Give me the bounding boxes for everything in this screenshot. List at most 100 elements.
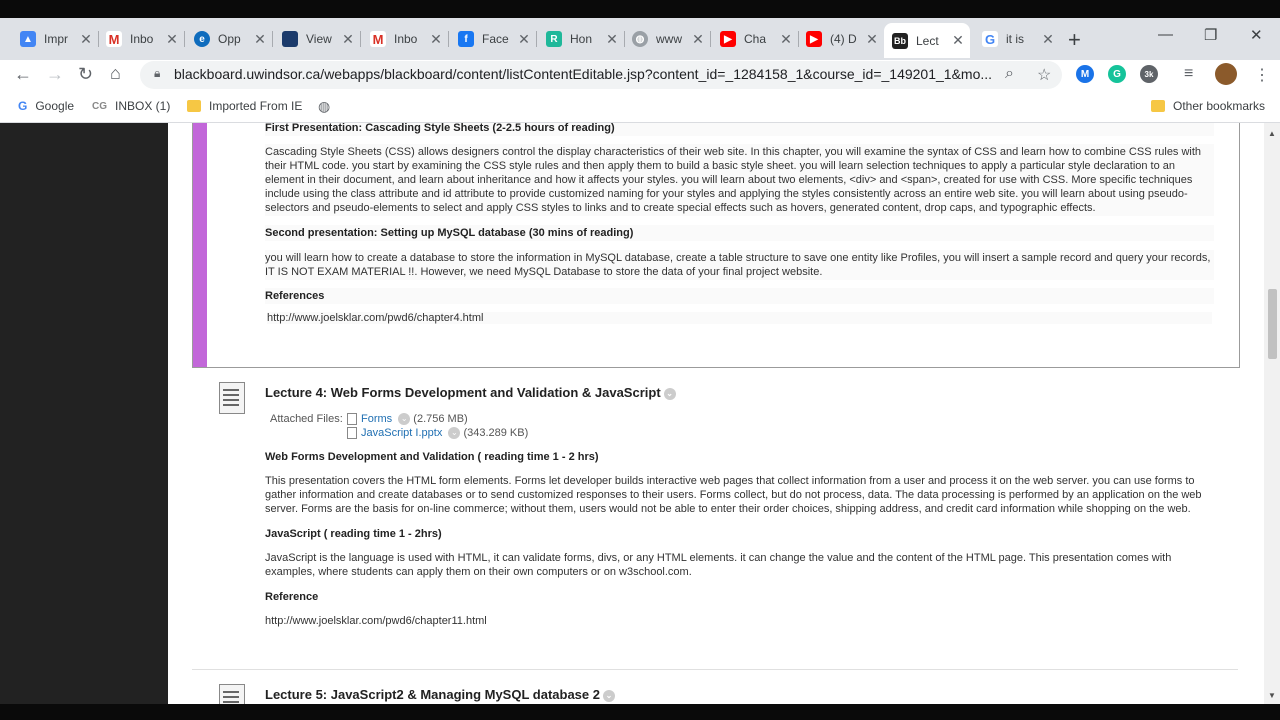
facebook-icon: f [458,31,474,47]
css-paragraph: Cascading Style Sheets (CSS) allows desi… [265,144,1214,216]
new-tab-button[interactable]: + [1068,27,1081,53]
chevron-down-icon[interactable]: ⌄ [398,413,411,426]
scroll-up-icon[interactable]: ▲ [1268,129,1276,138]
drive-icon: ▲ [20,31,36,47]
content-item-lecture4: Lecture 4: Web Forms Development and Val… [192,367,1238,670]
tab-title: Opp [218,32,241,46]
browser-tab[interactable]: ▶ Cha ✕ [712,25,799,53]
attached-files-label: Attached Files: [270,413,343,425]
chevron-down-icon[interactable]: ⌄ [603,689,615,702]
url-text[interactable]: blackboard.uwindsor.ca/webapps/blackboar… [174,66,994,82]
browser-tab[interactable]: M Inbo ✕ [362,25,449,53]
blackboard-icon: Bb [892,32,908,49]
mysql-paragraph: you will learn how to create a database … [265,250,1214,280]
restore-icon[interactable]: ❐ [1204,26,1217,44]
lecture-title[interactable]: Lecture 5: JavaScript2 & Managing MySQL … [265,687,615,702]
references-heading: References [265,288,1214,304]
gmail-icon: M [106,31,122,47]
bookmark-label: Other bookmarks [1173,99,1266,113]
bookmark-other[interactable]: Other bookmarks [1151,99,1265,113]
file-link[interactable]: JavaScript I.pptx [361,427,442,439]
youtube-icon: ▶ [720,31,736,47]
attached-file[interactable]: JavaScript I.pptx ⌄ (343.289 KB) [347,427,529,440]
forward-arrow-icon[interactable]: → [46,64,64,85]
tab-title: Inbo [130,32,154,46]
lock-icon: 🔒︎ [154,66,161,80]
folder-icon [187,100,201,112]
browser-tab[interactable]: G it is ✕ [974,25,1060,53]
reload-icon[interactable]: ↻ [78,64,93,85]
file-size: (343.289 KB) [463,427,529,439]
browser-tab[interactable]: ▶ (4) D ✕ [798,25,884,53]
chevron-down-icon[interactable]: ⌄ [663,387,676,400]
close-tab-icon[interactable]: ✕ [778,31,794,48]
file-size: (2.756 MB) [413,413,468,425]
google-icon: G [982,31,998,47]
reference-link[interactable]: http://www.joelsklar.com/pwd6/chapter11.… [265,614,1210,628]
attached-file[interactable]: Forms ⌄ (2.756 MB) [347,413,468,426]
bookmark-inbox[interactable]: CG INBOX (1) [92,99,170,113]
edit-highlight-bar [193,123,207,367]
browser-tab[interactable]: R Hon ✕ [538,25,625,53]
first-presentation-heading: First Presentation: Cascading Style Shee… [265,123,1214,136]
bookmark-google[interactable]: G Google [18,99,74,113]
browser-tab[interactable]: View ✕ [274,25,361,53]
avatar[interactable] [1215,63,1237,85]
browser-tab[interactable]: f Face ✕ [450,25,537,53]
browser-tab-active[interactable]: Bb Lect ✕ [884,23,970,58]
tab-title: Face [482,32,509,46]
close-tab-icon[interactable]: ✕ [252,31,268,48]
reference-heading: Reference [265,591,319,603]
search-icon[interactable]: ⌕ [1005,65,1014,83]
r-icon: R [546,31,562,47]
grammarly-icon[interactable]: G [1108,65,1126,83]
close-window-icon[interactable]: ✕ [1250,26,1263,44]
close-tab-icon[interactable]: ✕ [516,31,532,48]
close-tab-icon[interactable]: ✕ [950,32,966,49]
close-tab-icon[interactable]: ✕ [604,31,620,48]
tab-title: Inbo [394,32,418,46]
second-presentation-heading: Second presentation: Setting up MySQL da… [265,225,1214,241]
course-menu-panel [0,123,168,720]
star-icon[interactable]: ☆ [1037,65,1051,85]
scroll-down-icon[interactable]: ▼ [1268,691,1276,700]
close-tab-icon[interactable]: ✕ [690,31,706,48]
file-link[interactable]: Forms [361,413,392,425]
scrollbar-thumb[interactable] [1268,289,1277,359]
bottom-edge [0,704,1280,720]
file-icon [347,427,357,440]
extension-badge-icon[interactable]: 3k [1140,65,1158,83]
close-tab-icon[interactable]: ✕ [78,31,94,48]
cg-icon: CG [92,100,107,112]
chevron-down-icon[interactable]: ⌄ [448,427,461,440]
minimize-icon[interactable]: — [1158,26,1173,43]
menu-dots-icon[interactable]: ⋮ [1254,65,1270,85]
back-arrow-icon[interactable]: ← [14,64,32,85]
close-tab-icon[interactable]: ✕ [428,31,444,48]
lecture-title-text[interactable]: Lecture 5: JavaScript2 & Managing MySQL … [265,687,600,702]
tab-title: Lect [916,33,939,48]
tab-title: Hon [570,32,593,46]
forms-paragraph: This presentation covers the HTML form e… [265,475,1202,515]
close-tab-icon[interactable]: ✕ [340,31,356,48]
globe-icon[interactable]: ◍ [318,98,330,115]
reference-link[interactable]: http://www.joelsklar.com/pwd6/chapter4.h… [267,312,1212,324]
extension-m-icon[interactable]: M [1076,65,1094,83]
browser-tab[interactable]: e Opp ✕ [186,25,273,53]
close-tab-icon[interactable]: ✕ [864,31,880,48]
close-tab-icon[interactable]: ✕ [164,31,180,48]
bookmark-label: Imported From IE [209,99,303,113]
home-icon[interactable]: ⌂ [110,63,121,84]
lecture-title-text[interactable]: Lecture 4: Web Forms Development and Val… [265,385,661,400]
file-icon [347,413,357,426]
bookmark-imported[interactable]: Imported From IE [187,99,302,113]
javascript-heading: JavaScript ( reading time 1 - 2hrs) [265,528,442,540]
browser-tab[interactable]: ◍ www ✕ [624,25,711,53]
browser-tab[interactable]: M Inbo ✕ [98,25,185,53]
lecture-title[interactable]: Lecture 4: Web Forms Development and Val… [265,385,676,400]
tab-title: (4) D [830,32,857,46]
media-icon[interactable]: ≡ [1184,65,1193,83]
close-tab-icon[interactable]: ✕ [1040,31,1056,48]
page-scrollbar[interactable]: ▲ ▼ [1264,123,1280,720]
browser-tab[interactable]: ▲ Impr ✕ [12,25,99,53]
